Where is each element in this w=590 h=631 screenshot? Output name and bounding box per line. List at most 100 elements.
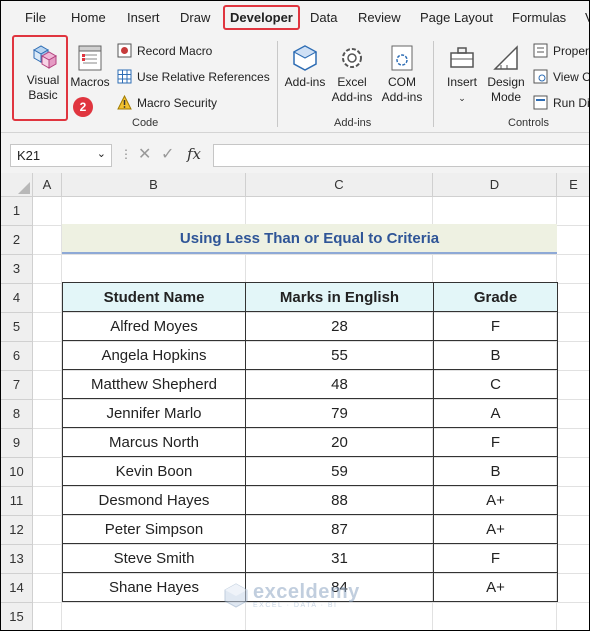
tab-home[interactable]: Home (71, 10, 106, 25)
cell-marks[interactable]: 79 (245, 398, 434, 428)
row-header[interactable]: 14 (1, 574, 33, 603)
table-row: Jennifer Marlo 79 A (62, 398, 558, 428)
cell-grade[interactable]: A+ (433, 485, 558, 515)
tab-view[interactable]: V (585, 10, 589, 25)
row-header[interactable]: 6 (1, 342, 33, 371)
header-student-name[interactable]: Student Name (62, 282, 246, 312)
row-header[interactable]: 11 (1, 487, 33, 516)
cell-student-name[interactable]: Steve Smith (62, 543, 246, 573)
com-add-ins-icon (391, 45, 413, 71)
tab-draw[interactable]: Draw (180, 10, 210, 25)
cell-student-name[interactable]: Shane Hayes (62, 572, 246, 602)
chevron-down-icon[interactable]: ⌄ (97, 147, 106, 160)
cell-marks[interactable]: 31 (245, 543, 434, 573)
table-row: Alfred Moyes 28 F (62, 311, 558, 341)
cell-student-name[interactable]: Desmond Hayes (62, 485, 246, 515)
row-header[interactable]: 8 (1, 400, 33, 429)
cell-grade[interactable]: B (433, 340, 558, 370)
cell-grade[interactable]: F (433, 427, 558, 457)
row-header[interactable]: 2 (1, 226, 33, 255)
excel-add-ins-button[interactable]: Excel Add-ins (329, 43, 375, 105)
group-separator (433, 41, 434, 127)
cell-student-name[interactable]: Jennifer Marlo (62, 398, 246, 428)
macros-button[interactable]: Macros (69, 43, 111, 90)
cell-grade[interactable]: A+ (433, 572, 558, 602)
cell-marks[interactable]: 55 (245, 340, 434, 370)
cell-marks[interactable]: 87 (245, 514, 434, 544)
cell-student-name[interactable]: Alfred Moyes (62, 311, 246, 341)
cell-marks[interactable]: 48 (245, 369, 434, 399)
run-dialog-icon (533, 95, 548, 110)
tab-formulas[interactable]: Formulas (512, 10, 566, 25)
enter-icon[interactable]: ✓ (161, 144, 174, 164)
table-header-row: Student Name Marks in English Grade (62, 282, 558, 312)
column-header[interactable]: B (62, 173, 246, 197)
row-header[interactable]: 10 (1, 458, 33, 487)
cell-marks[interactable]: 20 (245, 427, 434, 457)
tab-file[interactable]: File (25, 10, 46, 25)
design-mode-button[interactable]: Design Mode (485, 43, 527, 105)
cell-grade[interactable]: A+ (433, 514, 558, 544)
group-label-controls: Controls (508, 117, 549, 129)
tab-insert[interactable]: Insert (127, 10, 160, 25)
header-marks-in-english[interactable]: Marks in English (245, 282, 434, 312)
cell-marks[interactable]: 59 (245, 456, 434, 486)
view-code-button[interactable]: View Code (533, 69, 589, 84)
macro-security-button[interactable]: Macro Security (117, 95, 217, 110)
cell-grade[interactable]: A (433, 398, 558, 428)
properties-button[interactable]: Properties (533, 43, 589, 58)
table-row: Peter Simpson 87 A+ (62, 514, 558, 544)
cell-grade[interactable]: F (433, 543, 558, 573)
select-all-corner[interactable] (1, 173, 33, 197)
record-macro-button[interactable]: Record Macro (117, 43, 212, 58)
cell-student-name[interactable]: Angela Hopkins (62, 340, 246, 370)
group-label-add-ins: Add-ins (334, 117, 372, 129)
sheet-title[interactable]: Using Less Than or Equal to Criteria (62, 224, 557, 254)
select-all-icon (18, 182, 30, 194)
row-header[interactable]: 12 (1, 516, 33, 545)
tab-data[interactable]: Data (310, 10, 337, 25)
tab-review[interactable]: Review (358, 10, 401, 25)
cell-student-name[interactable]: Marcus North (62, 427, 246, 457)
row-header[interactable]: 5 (1, 313, 33, 342)
column-header[interactable]: A (33, 173, 62, 197)
step-badge-2: 2 (73, 97, 93, 117)
row-gridline (33, 254, 589, 255)
column-header[interactable]: C (246, 173, 433, 197)
cell-student-name[interactable]: Matthew Shepherd (62, 369, 246, 399)
row-header[interactable]: 7 (1, 371, 33, 400)
cell-grade[interactable]: F (433, 311, 558, 341)
row-header[interactable]: 3 (1, 255, 33, 284)
cell-grade[interactable]: B (433, 456, 558, 486)
com-add-ins-button[interactable]: COM Add-ins (379, 43, 425, 105)
row-header[interactable]: 15 (1, 603, 33, 630)
table-row: Desmond Hayes 88 A+ (62, 485, 558, 515)
insert-function-icon[interactable]: fx (187, 145, 201, 163)
insert-control-button[interactable]: Insert ⌄ (441, 43, 483, 106)
row-header[interactable]: 1 (1, 197, 33, 226)
cell-grade[interactable]: C (433, 369, 558, 399)
gear-icon (342, 48, 362, 68)
cell-marks[interactable]: 28 (245, 311, 434, 341)
table-row: Steve Smith 31 F (62, 543, 558, 573)
column-header[interactable]: E (557, 173, 589, 197)
cancel-icon[interactable]: ✕ (138, 144, 151, 164)
add-ins-button[interactable]: Add-ins (283, 43, 327, 90)
row-header[interactable]: 9 (1, 429, 33, 458)
tab-page-layout[interactable]: Page Layout (420, 10, 493, 25)
relative-references-button[interactable]: Use Relative References (117, 69, 270, 84)
run-dialog-button[interactable]: Run Dialog (533, 95, 589, 110)
column-header[interactable]: D (433, 173, 557, 197)
group-label-code: Code (132, 117, 159, 129)
formula-input[interactable] (213, 144, 589, 167)
row-header[interactable]: 13 (1, 545, 33, 574)
warning-icon (117, 95, 132, 110)
cell-marks[interactable]: 88 (245, 485, 434, 515)
cell-student-name[interactable]: Peter Simpson (62, 514, 246, 544)
name-box[interactable]: K21 ⌄ (10, 144, 112, 167)
exceldemy-watermark: exceldemy EXCEL · DATA · BI (223, 581, 360, 609)
header-grade[interactable]: Grade (433, 282, 558, 312)
cell-student-name[interactable]: Kevin Boon (62, 456, 246, 486)
row-header[interactable]: 4 (1, 284, 33, 313)
tab-developer[interactable]: Developer (223, 5, 300, 30)
